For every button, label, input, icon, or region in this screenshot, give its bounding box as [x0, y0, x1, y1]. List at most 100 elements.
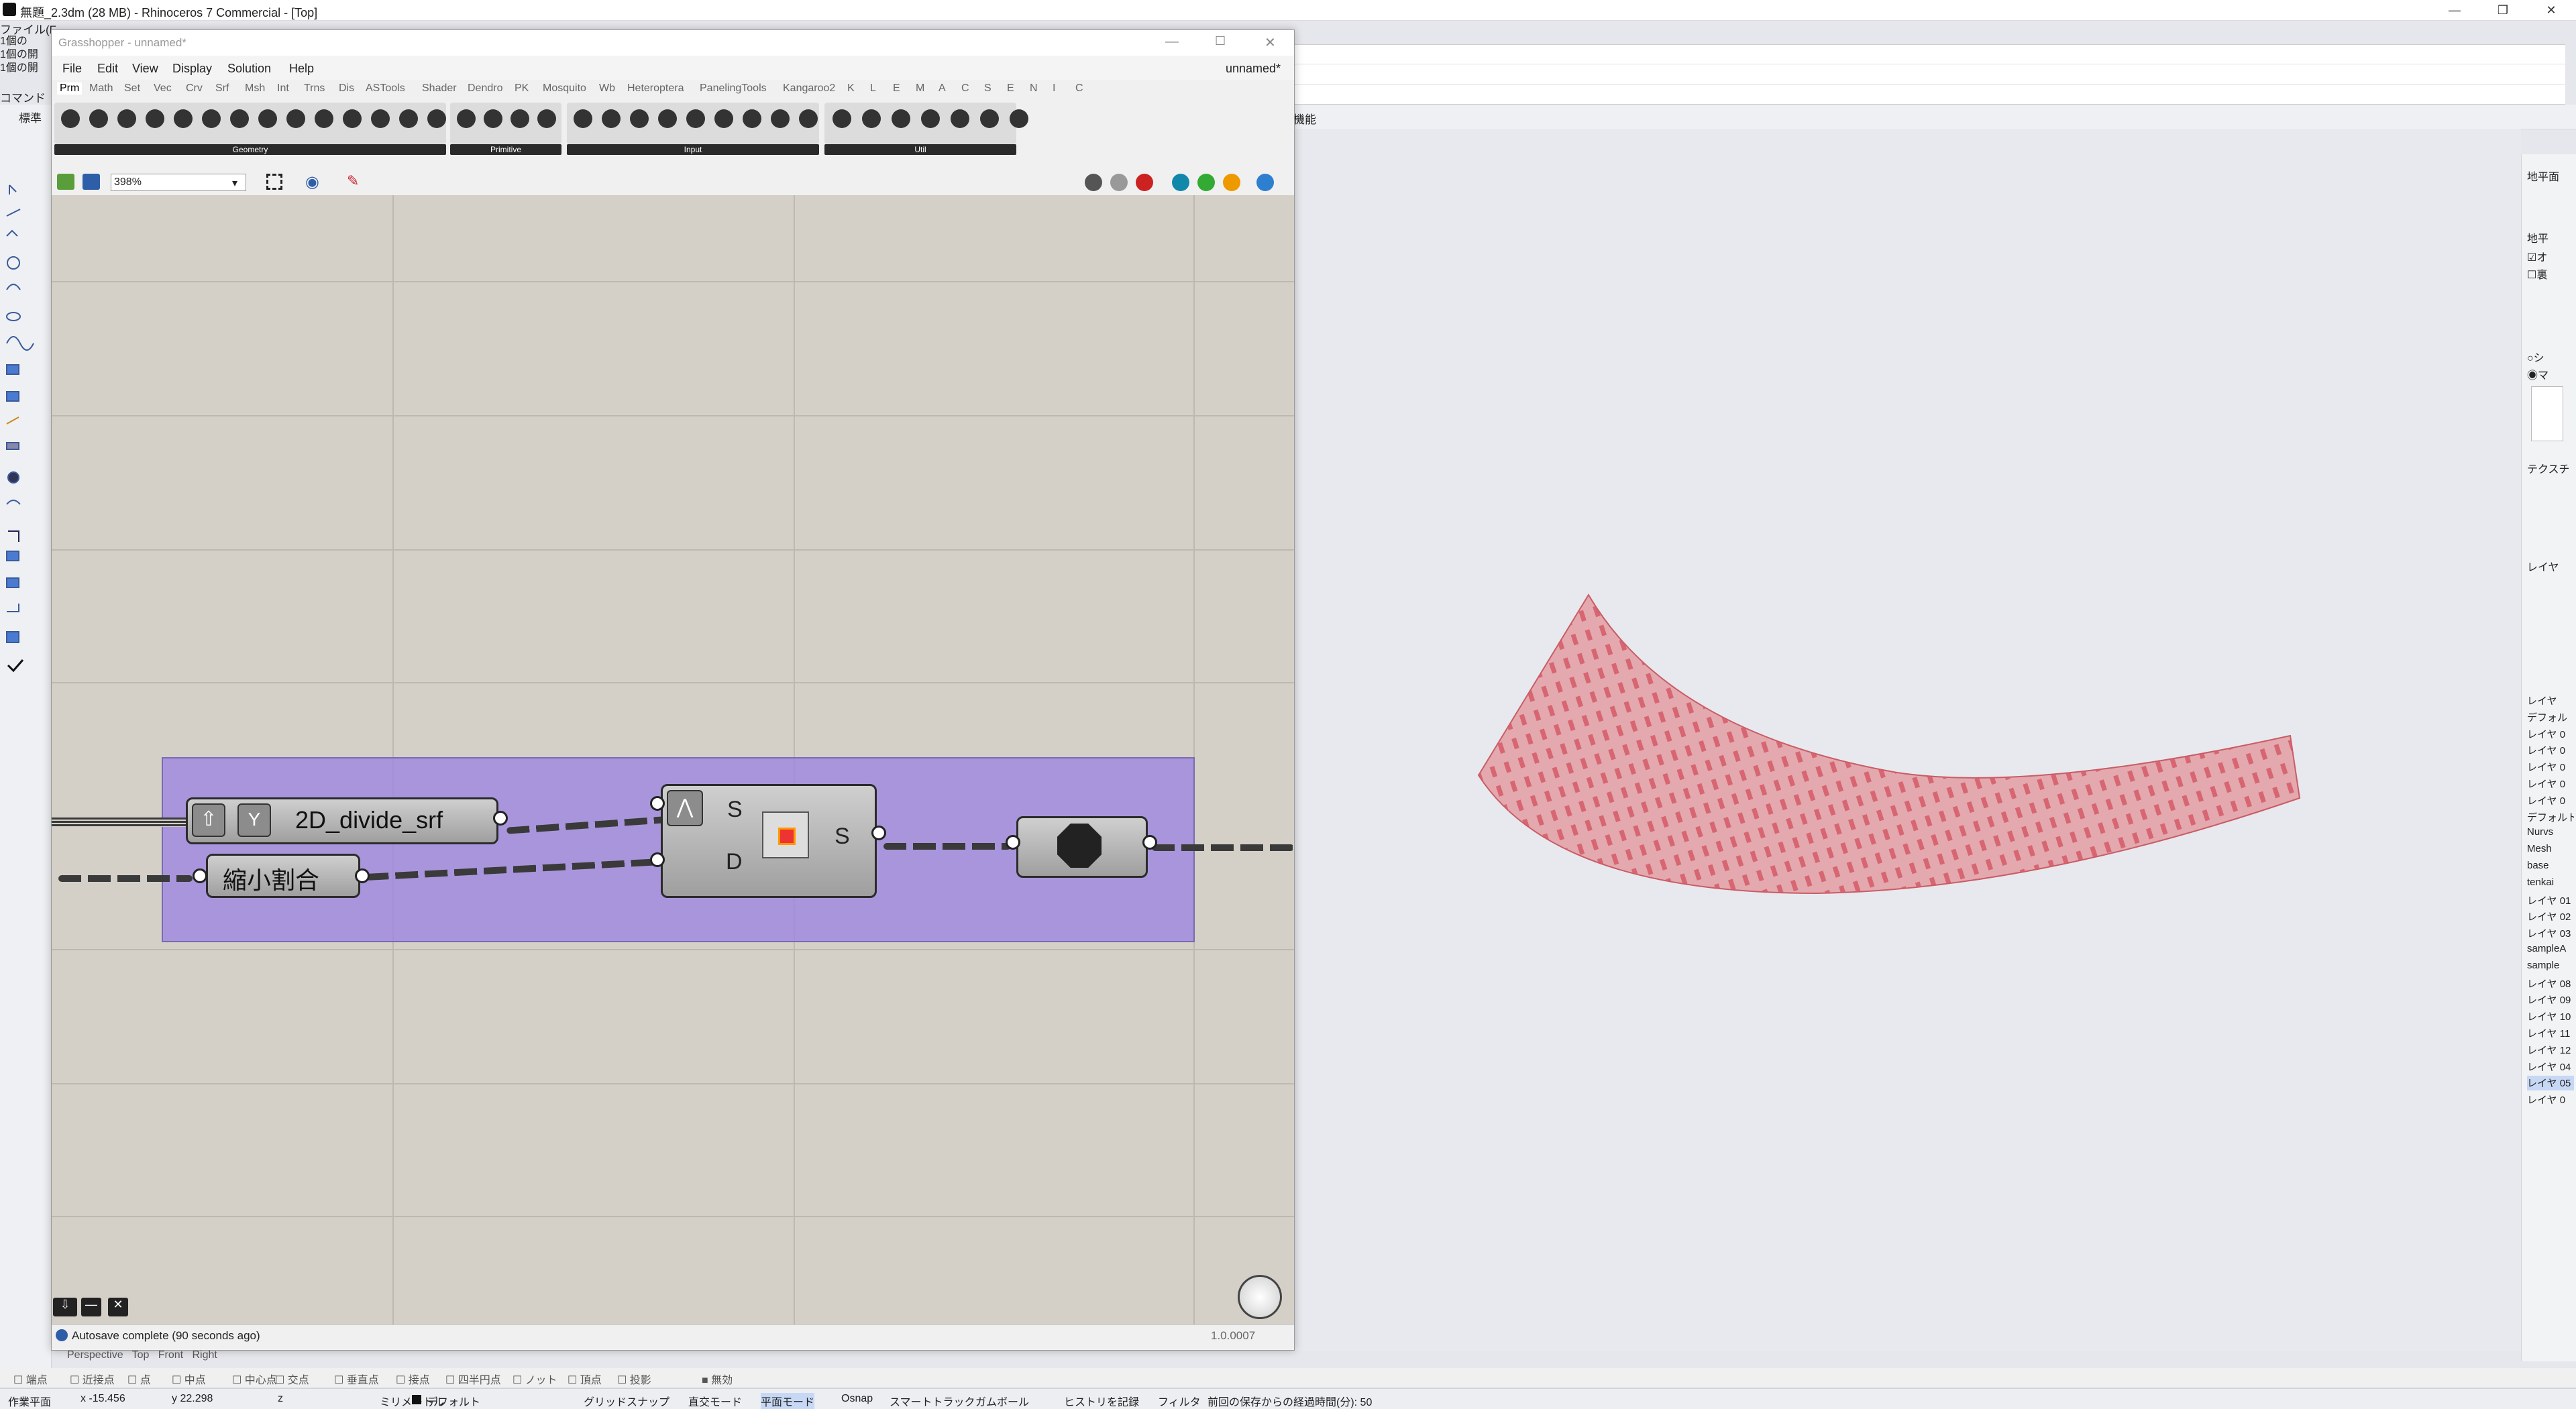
- ribbon-component-icon[interactable]: [658, 109, 677, 128]
- ribbon-component-icon[interactable]: [921, 109, 940, 128]
- osnap-toggle[interactable]: ☐ 中点: [172, 1371, 206, 1387]
- status-toggle[interactable]: スマートトラック: [890, 1393, 975, 1409]
- preview-eye-icon[interactable]: ◉: [305, 172, 319, 192]
- canvas-minimize-icon[interactable]: —: [81, 1298, 101, 1316]
- gh-tab-10[interactable]: ASTools: [366, 82, 405, 95]
- ribbon-component-icon[interactable]: [833, 109, 851, 128]
- tab-standard[interactable]: 標準: [19, 109, 42, 125]
- shaded-mode-icon[interactable]: [1136, 174, 1153, 191]
- gh-tab-19[interactable]: K: [847, 82, 855, 95]
- gh-tab-28[interactable]: I: [1053, 82, 1055, 95]
- navigation-compass-icon[interactable]: [1238, 1275, 1282, 1319]
- command-area[interactable]: [1293, 44, 2565, 105]
- gh-tab-11[interactable]: Shader: [422, 82, 457, 95]
- layer-item[interactable]: レイヤ 0: [2527, 760, 2574, 775]
- ribbon-component-icon[interactable]: [427, 109, 446, 128]
- gh-tab-16[interactable]: Heteroptera: [627, 82, 684, 95]
- status-toggle[interactable]: Osnap: [841, 1393, 873, 1405]
- radio-2[interactable]: ◉マ: [2527, 366, 2574, 382]
- ribbon-component-icon[interactable]: [630, 109, 649, 128]
- ribbon-component-icon[interactable]: [343, 109, 362, 128]
- layer-item[interactable]: レイヤ 0: [2527, 727, 2574, 742]
- osnap-toggle[interactable]: ☐ 端点: [13, 1371, 48, 1387]
- osnap-toggle[interactable]: ☐ 投影: [617, 1371, 651, 1387]
- color-icon[interactable]: [1223, 174, 1240, 191]
- check-on[interactable]: ☑オ: [2527, 248, 2574, 264]
- layer-item[interactable]: tenkai: [2527, 877, 2574, 891]
- check-back[interactable]: ☐裏: [2527, 266, 2574, 282]
- menu-solution[interactable]: Solution: [227, 62, 271, 76]
- ribbon-component-icon[interactable]: [484, 109, 502, 128]
- ribbon-component-icon[interactable]: [892, 109, 910, 128]
- tool-icons[interactable]: [0, 129, 51, 692]
- ribbon-component-icon[interactable]: [511, 109, 529, 128]
- gh-tab-17[interactable]: PanelingTools: [700, 82, 767, 95]
- gh-tab-13[interactable]: PK: [515, 82, 529, 95]
- gh-tab-22[interactable]: M: [916, 82, 924, 95]
- layer-item[interactable]: レイヤ 0: [2527, 743, 2574, 758]
- input-port[interactable]: [1006, 835, 1020, 850]
- tab-right[interactable]: 機能: [1293, 110, 1316, 127]
- canvas-close-icon[interactable]: ✕: [108, 1298, 128, 1316]
- cluster-component[interactable]: ⇧ Y 2D_divide_srf: [186, 797, 498, 844]
- output-param[interactable]: [1016, 816, 1148, 878]
- ribbon-component-icon[interactable]: [602, 109, 621, 128]
- osnap-toggle[interactable]: ☐ 四半円点: [445, 1371, 501, 1387]
- osnap-toggle[interactable]: ■ 無効: [702, 1371, 733, 1387]
- osnap-toggle[interactable]: ☐ ノット: [513, 1371, 557, 1387]
- layer-item[interactable]: レイヤ 0: [2527, 793, 2574, 808]
- preview-mode-icon[interactable]: [1085, 174, 1102, 191]
- output-port[interactable]: [493, 811, 508, 826]
- ribbon-component-icon[interactable]: [202, 109, 221, 128]
- tab-top[interactable]: Top: [132, 1349, 150, 1361]
- tab-perspective[interactable]: Perspective: [67, 1349, 123, 1361]
- ribbon-label-primitive[interactable]: Primitive: [450, 144, 561, 155]
- dropdown[interactable]: [2531, 386, 2563, 441]
- layer-item[interactable]: sample: [2527, 960, 2574, 974]
- osnap-toggle[interactable]: ☐ 点: [127, 1371, 151, 1387]
- status-toggle[interactable]: ガムボール: [975, 1393, 1029, 1409]
- tab-front[interactable]: Front: [158, 1349, 183, 1361]
- current-layer[interactable]: デフォルト: [427, 1393, 480, 1409]
- gh-tab-20[interactable]: L: [870, 82, 876, 95]
- status-toggle[interactable]: ヒストリを記録: [1064, 1393, 1139, 1409]
- gh-tab-3[interactable]: Vec: [154, 82, 172, 95]
- layer-item[interactable]: レイヤ 08: [2527, 976, 2574, 991]
- input-port-d[interactable]: [650, 852, 665, 867]
- ribbon-component-icon[interactable]: [61, 109, 80, 128]
- osnap-toggle[interactable]: ☐ 頂点: [568, 1371, 602, 1387]
- ribbon-component-icon[interactable]: [286, 109, 305, 128]
- status-toggle[interactable]: 前回の保存からの経過時間(分): 50: [1208, 1393, 1372, 1409]
- input-port-s[interactable]: [650, 796, 665, 811]
- layer-item[interactable]: レイヤ 12: [2527, 1043, 2574, 1058]
- gh-minimize-icon[interactable]: —: [1165, 34, 1179, 50]
- gh-tab-2[interactable]: Set: [124, 82, 140, 95]
- ribbon-component-icon[interactable]: [89, 109, 108, 128]
- gh-tab-25[interactable]: S: [984, 82, 991, 95]
- ribbon-component-icon[interactable]: [371, 109, 390, 128]
- gh-tab-26[interactable]: E: [1007, 82, 1014, 95]
- gh-tab-9[interactable]: Dis: [339, 82, 354, 95]
- osnap-toggle[interactable]: ☐ 接点: [396, 1371, 430, 1387]
- layer-item[interactable]: レイヤ 01: [2527, 893, 2574, 908]
- layer-item[interactable]: デフォル: [2527, 710, 2574, 725]
- selected-preview-icon[interactable]: [1172, 174, 1189, 191]
- layer-item[interactable]: sampleA: [2527, 943, 2574, 958]
- layer-item[interactable]: レイヤ: [2527, 693, 2574, 708]
- ribbon-component-icon[interactable]: [399, 109, 418, 128]
- menu-help[interactable]: Help: [289, 62, 314, 76]
- gh-tab-14[interactable]: Mosquito: [543, 82, 586, 95]
- gh-tab-6[interactable]: Msh: [245, 82, 265, 95]
- layer-item[interactable]: レイヤ 11: [2527, 1026, 2574, 1041]
- ribbon-component-icon[interactable]: [1010, 109, 1028, 128]
- canvas-save-icon[interactable]: ⇩: [53, 1298, 77, 1316]
- ribbon-component-icon[interactable]: [951, 109, 969, 128]
- close-icon[interactable]: ✕: [2536, 1, 2567, 19]
- gh-close-icon[interactable]: ✕: [1265, 34, 1276, 51]
- gh-tab-18[interactable]: Kangaroo2: [783, 82, 835, 95]
- menu-edit[interactable]: Edit: [97, 62, 118, 76]
- output-port[interactable]: [355, 868, 370, 883]
- gh-tab-29[interactable]: C: [1075, 82, 1083, 95]
- save-file-icon[interactable]: [83, 174, 100, 190]
- tab-right[interactable]: Right: [192, 1349, 217, 1361]
